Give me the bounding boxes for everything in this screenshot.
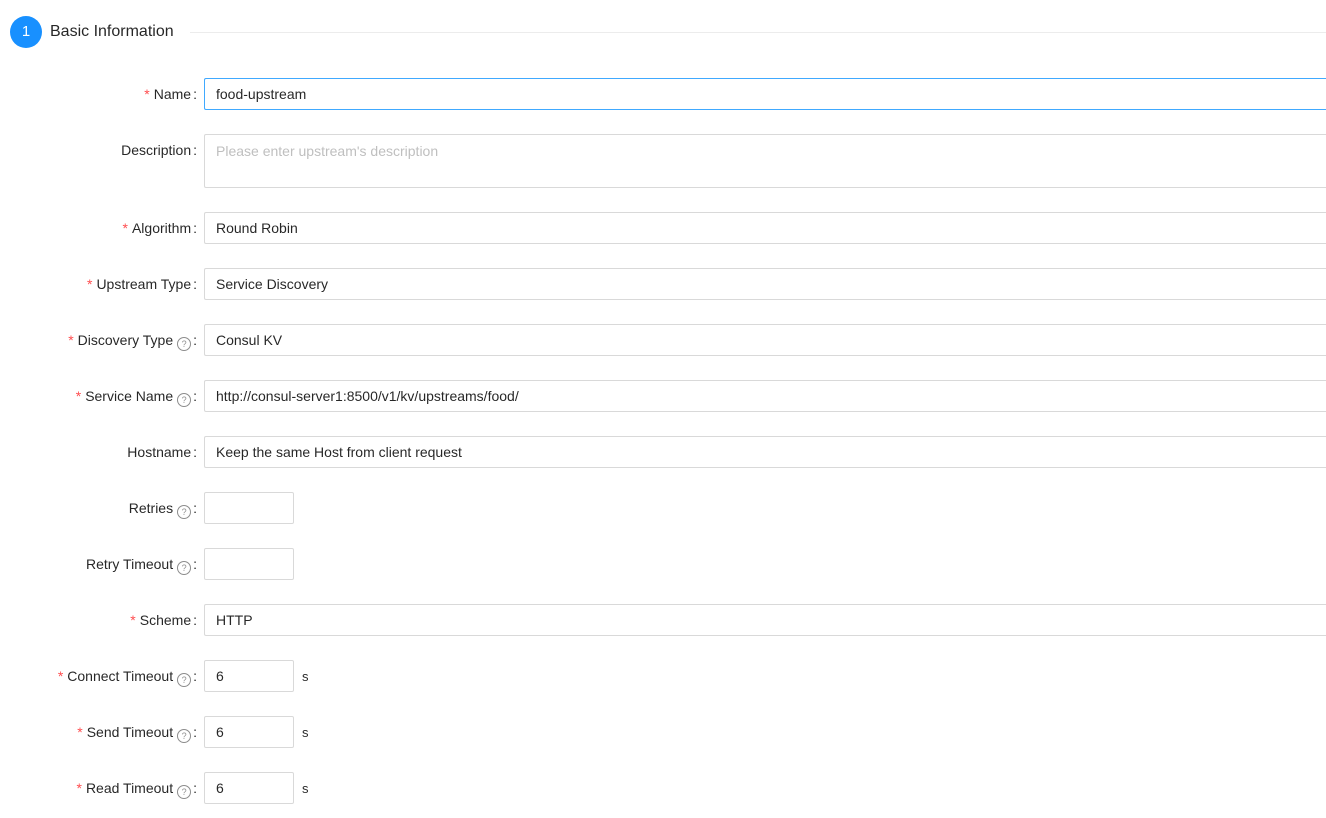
service-name-input[interactable] xyxy=(204,380,1326,412)
send-timeout-label-text: Send Timeout xyxy=(86,724,174,740)
question-circle-icon[interactable]: ? xyxy=(177,393,192,407)
label-colon: : xyxy=(193,612,197,628)
form-row-send-timeout: *Send Timeout?: s xyxy=(0,716,1326,748)
form-row-name: * Name: xyxy=(0,78,1326,110)
service-name-label-text: Service Name xyxy=(85,388,174,404)
connect-timeout-input[interactable] xyxy=(204,660,294,692)
upstream-type-label: * Upstream Type: xyxy=(0,268,197,300)
form-row-algorithm: * Algorithm: Round Robin xyxy=(0,212,1326,244)
retry-timeout-label-text: Retry Timeout xyxy=(85,556,174,572)
form-row-discovery-type: * Discovery Type?: Consul KV xyxy=(0,324,1326,356)
required-mark: * xyxy=(68,332,74,348)
label-colon: : xyxy=(193,142,197,158)
question-circle-icon[interactable]: ? xyxy=(177,673,192,687)
form-row-service-name: * Service Name?: xyxy=(0,380,1326,412)
form-row-retries: Retries?: xyxy=(0,492,1326,524)
read-timeout-unit: s xyxy=(302,781,309,796)
label-colon: : xyxy=(193,332,197,348)
label-colon: : xyxy=(193,780,197,796)
service-name-label: * Service Name?: xyxy=(0,380,197,412)
label-colon: : xyxy=(193,388,197,404)
send-timeout-input[interactable] xyxy=(204,716,294,748)
algorithm-label: * Algorithm: xyxy=(0,212,197,244)
question-circle-icon[interactable]: ? xyxy=(177,561,192,575)
form-row-retry-timeout: Retry Timeout?: xyxy=(0,548,1326,580)
retries-input[interactable] xyxy=(204,492,294,524)
connect-timeout-label: * Connect Timeout?: xyxy=(0,660,197,692)
label-colon: : xyxy=(193,500,197,516)
read-timeout-label-text: Read Timeout xyxy=(85,780,174,796)
send-timeout-unit: s xyxy=(302,725,309,740)
question-circle-icon[interactable]: ? xyxy=(177,729,192,743)
upstream-type-label-text: Upstream Type xyxy=(96,276,192,292)
scheme-select[interactable]: HTTP xyxy=(204,604,1326,636)
hostname-label: Hostname: xyxy=(0,436,197,468)
required-mark: * xyxy=(122,220,128,236)
label-colon: : xyxy=(193,724,197,740)
name-input[interactable] xyxy=(204,78,1326,110)
read-timeout-input[interactable] xyxy=(204,772,294,804)
section-header: 1 Basic Information xyxy=(10,16,1326,48)
retries-label: Retries?: xyxy=(0,492,197,524)
name-label-text: Name xyxy=(153,86,192,102)
question-circle-icon[interactable]: ? xyxy=(177,505,192,519)
description-label-text: Description xyxy=(121,142,192,158)
question-circle-icon[interactable]: ? xyxy=(177,785,192,799)
retries-label-text: Retries xyxy=(128,500,174,516)
step-indicator: 1 xyxy=(10,16,42,48)
discovery-type-label-text: Discovery Type xyxy=(77,332,174,348)
algorithm-select[interactable]: Round Robin xyxy=(204,212,1326,244)
label-colon: : xyxy=(193,220,197,236)
description-textarea[interactable] xyxy=(204,134,1326,188)
label-colon: : xyxy=(193,556,197,572)
label-colon: : xyxy=(193,668,197,684)
discovery-type-label: * Discovery Type?: xyxy=(0,324,197,356)
required-mark: * xyxy=(57,668,64,684)
section-divider xyxy=(190,32,1326,33)
read-timeout-label: * Read Timeout?: xyxy=(0,772,197,804)
form-row-hostname: Hostname: Keep the same Host from client… xyxy=(0,436,1326,468)
hostname-label-text: Hostname xyxy=(127,444,192,460)
required-mark: * xyxy=(76,780,82,796)
name-label: * Name: xyxy=(0,78,197,110)
required-mark: * xyxy=(75,388,82,404)
connect-timeout-unit: s xyxy=(302,669,309,684)
connect-timeout-label-text: Connect Timeout xyxy=(67,668,174,684)
retry-timeout-label: Retry Timeout?: xyxy=(0,548,197,580)
label-colon: : xyxy=(193,276,197,292)
scheme-label: * Scheme: xyxy=(0,604,197,636)
hostname-select[interactable]: Keep the same Host from client request xyxy=(204,436,1326,468)
upstream-form-page: 1 Basic Information *Name: Description: … xyxy=(0,0,1326,818)
required-mark: * xyxy=(86,276,93,292)
label-colon: : xyxy=(193,86,197,102)
form-row-scheme: * Scheme: HTTP xyxy=(0,604,1326,636)
section-title: Basic Information xyxy=(50,23,174,40)
upstream-type-select[interactable]: Service Discovery xyxy=(204,268,1326,300)
form-row-connect-timeout: *Connect Timeout?: s xyxy=(0,660,1326,692)
form-row-upstream-type: * Upstream Type: Service Discovery xyxy=(0,268,1326,300)
form-row-read-timeout: *Read Timeout?: s xyxy=(0,772,1326,804)
description-label: Description: xyxy=(0,134,197,166)
algorithm-label-text: Algorithm xyxy=(131,220,192,236)
label-colon: : xyxy=(193,444,197,460)
required-mark: * xyxy=(144,86,150,102)
question-circle-icon[interactable]: ? xyxy=(177,337,192,351)
required-mark: * xyxy=(77,724,83,740)
retry-timeout-input[interactable] xyxy=(204,548,294,580)
send-timeout-label: * Send Timeout?: xyxy=(0,716,197,748)
form-row-description: Description: xyxy=(0,134,1326,188)
discovery-type-select[interactable]: Consul KV xyxy=(204,324,1326,356)
scheme-label-text: Scheme xyxy=(139,612,192,628)
required-mark: * xyxy=(130,612,136,628)
